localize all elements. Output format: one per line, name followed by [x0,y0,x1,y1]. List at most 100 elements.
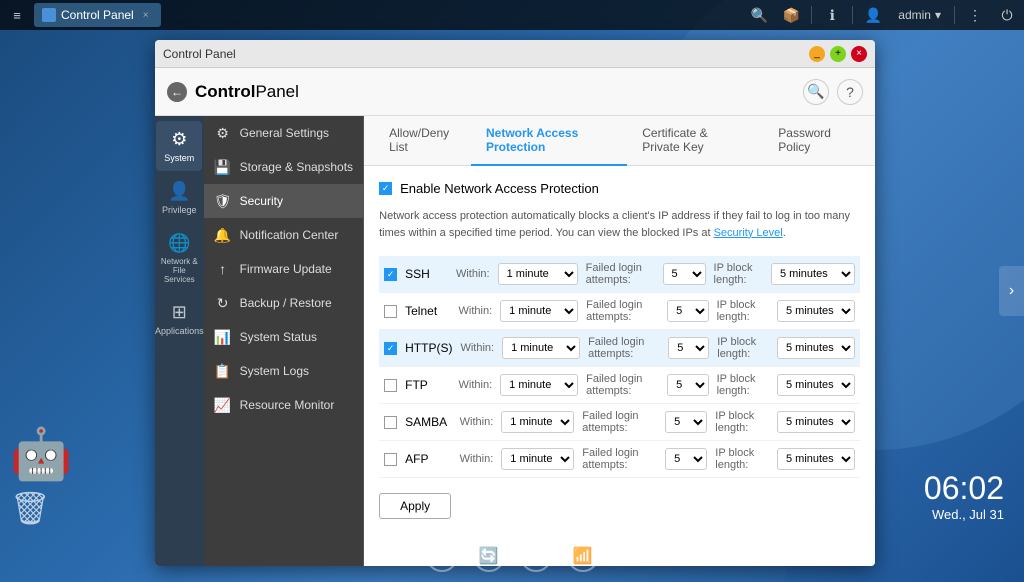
panel-content: Enable Network Access Protection Network… [364,166,875,534]
afp-block-label: IP block length: [715,447,769,471]
bottom-icon-4[interactable]: 📶 [567,540,599,572]
tab-allow-deny[interactable]: Allow/Deny List [374,116,471,166]
user-icon[interactable]: 👤 [861,3,885,27]
nav-label-notification-center: Notification Center [240,228,339,242]
nav-label-system-logs: System Logs [240,364,309,378]
taskbar-menu-button[interactable]: ≡ [5,3,29,27]
storage-icon[interactable]: 📦 [779,3,803,27]
service-row-https: HTTP(S) Within: 1 minute5 minutes Failed… [379,330,860,367]
back-button[interactable]: ← [167,82,187,102]
sidebar-item-applications[interactable]: ⊞ Applications [156,294,202,344]
ftp-block-select[interactable]: 5 minutes [777,374,855,396]
afp-checkbox[interactable] [384,453,397,466]
tab-network-access[interactable]: Network Access Protection [471,116,627,166]
info-icon[interactable]: ℹ [820,3,844,27]
user-chevron-icon: ▾ [935,8,941,22]
tab-password-policy[interactable]: Password Policy [763,116,865,166]
system-status-icon: 📊 [214,328,232,346]
https-attempts-label: Failed login attempts: [588,336,660,360]
afp-within-select[interactable]: 1 minute [501,448,574,470]
ssh-checkbox[interactable] [384,268,397,281]
telnet-checkbox[interactable] [384,305,397,318]
divider2 [852,6,853,24]
tab-certificate[interactable]: Certificate & Private Key [627,116,763,166]
nav-backup-restore[interactable]: ↻ Backup / Restore [204,286,364,320]
header-help-button[interactable]: ? [837,79,863,105]
header-search-button[interactable]: 🔍 [803,79,829,105]
samba-attempts-select[interactable]: 5 [665,411,707,433]
tab-favicon [42,8,56,22]
service-row-telnet: Telnet Within: 1 minute5 minutes Failed … [379,293,860,330]
ftp-checkbox[interactable] [384,379,397,392]
content-area: Allow/Deny List Network Access Protectio… [364,116,875,566]
maximize-button[interactable]: + [830,46,846,62]
nav-firmware-update[interactable]: ↑ Firmware Update [204,252,364,286]
bottom-icon-3[interactable]: ⏸ [520,540,552,572]
telnet-block-select[interactable]: 5 minutes [777,300,855,322]
tab-close-button[interactable]: × [139,8,153,22]
afp-attempts-select[interactable]: 5 [665,448,707,470]
telnet-within-label: Within: [459,305,493,317]
tab-label: Control Panel [61,8,134,22]
sidebar-item-network[interactable]: 🌐 Network &File Services [156,225,202,292]
enable-checkbox[interactable] [379,182,392,195]
nav-system-status[interactable]: 📊 System Status [204,320,364,354]
window-title: Control Panel [163,47,804,61]
more-icon[interactable]: ⋮ [963,3,987,27]
clock: 06:02 Wed., Jul 31 [924,470,1004,522]
https-block-label: IP block length: [717,336,769,360]
https-within-select[interactable]: 1 minute5 minutes [502,337,580,359]
nav-label-resource-monitor: Resource Monitor [240,398,335,412]
samba-within-select[interactable]: 1 minute [501,411,574,433]
nav-general-settings[interactable]: ⚙ General Settings [204,116,364,150]
nav-system-logs[interactable]: 📋 System Logs [204,354,364,388]
tabs: Allow/Deny List Network Access Protectio… [364,116,875,166]
telnet-attempts-select[interactable]: 53 [667,300,708,322]
ssh-block-select[interactable]: 5 minutes15 minutes30 minutes [771,263,855,285]
telnet-label: Telnet [405,304,450,318]
app-title-panel: Panel [255,82,298,101]
telnet-within-select[interactable]: 1 minute5 minutes [500,300,578,322]
nav-storage-snapshots[interactable]: 💾 Storage & Snapshots [204,150,364,184]
samba-block-select[interactable]: 5 minutes [777,411,855,433]
general-settings-icon: ⚙ [214,124,232,142]
nav-security[interactable]: 🛡 Security [204,184,364,218]
minimize-button[interactable]: _ [809,46,825,62]
apply-button[interactable]: Apply [379,493,451,519]
ssh-within-select[interactable]: 1 minute5 minutes10 minutes [498,263,578,285]
service-row-afp: AFP Within: 1 minute Failed login attemp… [379,441,860,478]
samba-label: SAMBA [405,415,452,429]
ssh-attempts-select[interactable]: 5310 [663,263,706,285]
nav-resource-monitor[interactable]: 📈 Resource Monitor [204,388,364,422]
right-arrow-button[interactable]: › [999,266,1024,316]
nav-notification-center[interactable]: 🔔 Notification Center [204,218,364,252]
firmware-update-icon: ↑ [214,260,232,278]
sidebar-item-system[interactable]: ⚙ System [156,121,202,171]
ftp-attempts-select[interactable]: 53 [667,374,708,396]
close-button[interactable]: × [851,46,867,62]
samba-checkbox[interactable] [384,416,397,429]
bottom-icon-1[interactable]: © [426,540,458,572]
afp-block-select[interactable]: 5 minutes [777,448,855,470]
nav-label-backup-restore: Backup / Restore [240,296,332,310]
app-header: ← ControlPanel 🔍 ? [155,68,875,116]
security-level-link[interactable]: Security Level [714,227,783,239]
clock-time: 06:02 [924,470,1004,507]
security-icon: 🛡 [214,192,232,210]
search-icon[interactable]: 🔍 [747,3,771,27]
ftp-within-select[interactable]: 1 minute5 minutes [500,374,578,396]
afp-within-label: Within: [460,453,494,465]
https-block-select[interactable]: 5 minutes [777,337,855,359]
power-icon[interactable]: ⏻ [995,3,1019,27]
trash-icon[interactable]: 🗑 [10,489,72,527]
samba-block-label: IP block length: [715,410,769,434]
sidebar-item-privilege[interactable]: 👤 Privilege [156,173,202,223]
nav-label-system-status: System Status [240,330,317,344]
https-attempts-select[interactable]: 53 [668,337,709,359]
user-menu[interactable]: admin ▾ [893,8,946,22]
control-panel-window: Control Panel _ + × ← ControlPanel 🔍 ? ⚙… [155,40,875,566]
control-panel-tab[interactable]: Control Panel × [34,3,161,27]
bottom-icon-2[interactable]: 🔄 [473,540,505,572]
https-checkbox[interactable] [384,342,397,355]
service-row-ftp: FTP Within: 1 minute5 minutes Failed log… [379,367,860,404]
